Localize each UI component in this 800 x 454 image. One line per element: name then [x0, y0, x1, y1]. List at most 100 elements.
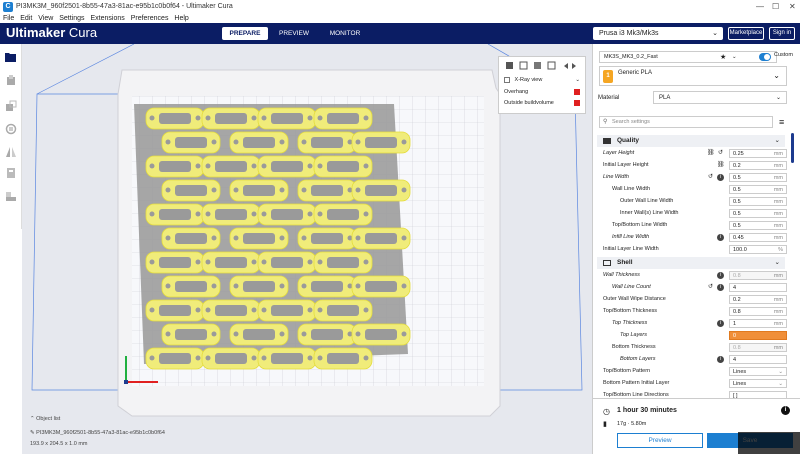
setting-unit: mm — [773, 345, 783, 351]
setting-row: Initial Layer Height ⛓ 0.2 mm — [593, 160, 789, 171]
sign-in-button[interactable]: Sign in — [769, 27, 795, 40]
setting-input[interactable]: 0.45 mm — [729, 233, 787, 242]
support-blocker-icon[interactable] — [4, 189, 18, 203]
minimize-icon[interactable]: — — [756, 0, 764, 14]
info-icon[interactable]: i — [781, 406, 790, 415]
setting-input[interactable]: 0.5 mm — [729, 185, 787, 194]
setting-row: Layer Height ⛓ ↺ 0.25 mm — [593, 148, 789, 159]
reset-icon[interactable]: ↺ — [707, 174, 714, 181]
setting-unit: % — [778, 247, 783, 253]
category-shell-label: Shell — [617, 259, 633, 266]
setting-input[interactable]: 100.0% — [729, 245, 787, 254]
setting-input[interactable]: 0.5 mm — [729, 221, 787, 230]
rotate-icon[interactable] — [4, 122, 18, 136]
chevron-down-icon: ⌄ — [732, 54, 737, 60]
setting-input[interactable]: 0.8 mm — [729, 271, 787, 280]
object-list-item[interactable]: ✎ PI3MK3M_960f2501-8b55-47a3-81ac-e95b1c… — [30, 430, 165, 436]
setting-input[interactable]: 4 — [729, 355, 787, 364]
menu-help[interactable]: Help — [174, 15, 188, 22]
marketplace-button[interactable]: Marketplace — [728, 27, 764, 40]
setting-input[interactable]: 0.5 mm — [729, 173, 787, 182]
chevron-down-icon: ⌄ — [778, 369, 783, 375]
setting-input[interactable]: 1 mm — [729, 319, 787, 328]
menu-file[interactable]: File — [3, 15, 14, 22]
setting-unit: mm — [773, 199, 783, 205]
object-list-header[interactable]: ⌃ Object list — [30, 416, 60, 422]
reset-icon[interactable]: ↺ — [707, 284, 714, 291]
info-icon[interactable]: i — [717, 234, 724, 241]
material-value: PLA — [659, 95, 671, 101]
tab-monitor[interactable]: MONITOR — [322, 27, 368, 40]
material-spool-icon: ▮ — [603, 421, 607, 428]
category-quality[interactable]: Quality ⌄ — [597, 135, 785, 147]
setting-select[interactable]: Lines ⌄ — [729, 367, 787, 376]
setting-select[interactable]: Lines ⌄ — [729, 379, 787, 388]
setting-unit: mm — [773, 211, 783, 217]
settings-menu-icon[interactable]: ≡ — [779, 116, 789, 128]
search-settings-input[interactable]: ⚲ Search settings — [599, 116, 773, 128]
setting-input[interactable]: 0.5 mm — [729, 209, 787, 218]
material-selector[interactable]: PLA ⌄ — [653, 91, 787, 104]
menu-view[interactable]: View — [38, 15, 53, 22]
reset-icon[interactable]: ↺ — [717, 150, 724, 157]
setting-input-error[interactable]: 0 — [729, 331, 787, 340]
scale-icon[interactable] — [4, 99, 18, 113]
setting-input[interactable]: 0.2 mm — [729, 161, 787, 170]
info-icon[interactable]: i — [717, 174, 724, 181]
chevron-down-icon: ⌄ — [773, 71, 780, 80]
setting-row: Infill Line Width i 0.45 mm — [593, 232, 789, 243]
setting-row: Initial Layer Line Width 100.0% — [593, 244, 789, 255]
setting-input[interactable]: [ ] — [729, 391, 787, 398]
setting-row: Top/Bottom Thickness 0.8 mm — [593, 306, 789, 317]
menu-settings[interactable]: Settings — [59, 15, 84, 22]
chevron-down-icon[interactable]: ⌄ — [575, 75, 580, 85]
setting-row: Line Width ↺ i 0.5 mm — [593, 172, 789, 183]
setting-unit: mm — [773, 321, 783, 327]
info-icon[interactable]: i — [717, 284, 724, 291]
view-mode-icons[interactable] — [504, 61, 582, 71]
menu-preferences[interactable]: Preferences — [131, 15, 169, 22]
printer-selector[interactable]: Prusa i3 Mk3/Mk3s ⌄ — [593, 27, 723, 40]
xray-view-row[interactable]: X-Ray view ⌄ — [504, 75, 580, 85]
open-file-icon[interactable] — [4, 50, 18, 64]
extruder-tab[interactable]: 1 Generic PLA ⌄ — [599, 66, 787, 86]
preview-button[interactable]: Preview — [617, 433, 703, 448]
setting-input[interactable]: 0.5 mm — [729, 197, 787, 206]
setting-row: Outer Wall Wipe Distance 0.2 mm — [593, 294, 789, 305]
mirror-icon[interactable] — [4, 145, 18, 159]
menu-extensions[interactable]: Extensions — [91, 15, 125, 22]
move-icon[interactable] — [4, 74, 18, 88]
setting-input[interactable]: 4 — [729, 283, 787, 292]
cura-window: C PI3MK3M_960f2501-8b55-47a3-81ac-e95b1c… — [0, 0, 800, 454]
model-object[interactable] — [145, 107, 411, 370]
setting-row: Bottom Pattern Initial Layer Lines ⌄ — [593, 378, 789, 389]
menu-edit[interactable]: Edit — [20, 15, 32, 22]
setting-value: 0.2 — [733, 297, 741, 303]
object-dimensions: 193.9 x 204.5 x 1.0 mm — [30, 441, 88, 447]
header-bar: Ultimaker Cura PREPARE PREVIEW MONITOR P… — [0, 23, 800, 44]
tab-prepare[interactable]: PREPARE — [222, 27, 268, 40]
info-icon[interactable]: i — [717, 272, 724, 279]
custom-toggle[interactable] — [759, 53, 771, 61]
tab-preview[interactable]: PREVIEW — [271, 27, 317, 40]
setting-input[interactable]: 0.2 mm — [729, 295, 787, 304]
setting-input[interactable]: 0.8 mm — [729, 343, 787, 352]
material-label: Material — [598, 95, 620, 101]
setting-input[interactable]: 0.25 mm — [729, 149, 787, 158]
info-icon[interactable]: i — [717, 356, 724, 363]
overhang-label: Overhang — [504, 89, 529, 95]
setting-label: Layer Height — [603, 150, 635, 156]
maximize-icon[interactable]: ☐ — [772, 0, 779, 14]
setting-row: Top/Bottom Line Directions [ ] — [593, 390, 789, 398]
overhang-color-swatch — [574, 89, 580, 95]
category-shell[interactable]: Shell ⌄ — [597, 257, 785, 269]
per-model-settings-icon[interactable] — [4, 166, 18, 180]
close-icon[interactable]: ✕ — [789, 0, 796, 14]
profile-selector[interactable]: MK3S_MK3_0.2_Fast ★ ⌄ — [599, 51, 777, 63]
star-icon[interactable]: ★ — [720, 52, 726, 63]
setting-value: Lines — [733, 369, 747, 375]
settings-scrollbar[interactable] — [791, 133, 794, 163]
setting-input[interactable]: 0.8 mm — [729, 307, 787, 316]
xray-checkbox[interactable] — [504, 76, 510, 83]
info-icon[interactable]: i — [717, 320, 724, 327]
